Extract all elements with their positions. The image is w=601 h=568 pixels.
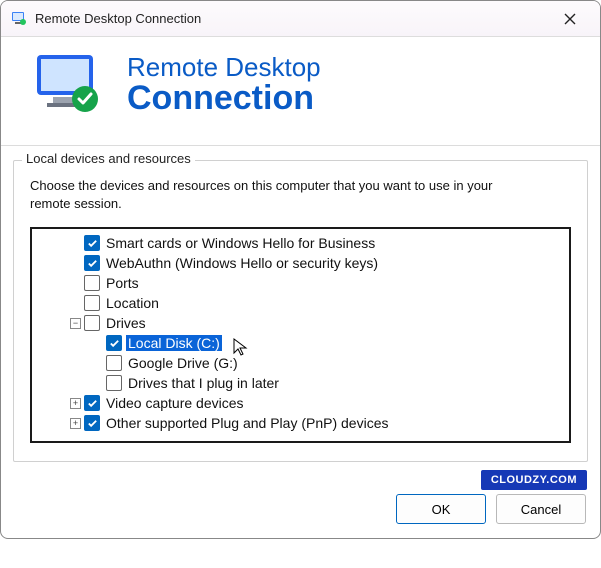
- expand-button[interactable]: +: [70, 398, 81, 409]
- tree-label: Other supported Plug and Play (PnP) devi…: [104, 415, 391, 431]
- checkbox[interactable]: [106, 375, 122, 391]
- tree-item-video-capture[interactable]: + Video capture devices: [34, 393, 567, 413]
- titlebar-title: Remote Desktop Connection: [35, 11, 550, 26]
- tree-label: Drives that I plug in later: [126, 375, 281, 391]
- ok-button[interactable]: OK: [396, 494, 486, 524]
- tree-item-local-disk-c[interactable]: Local Disk (C:): [34, 333, 567, 353]
- tree-item-pnp-devices[interactable]: + Other supported Plug and Play (PnP) de…: [34, 413, 567, 433]
- group-legend: Local devices and resources: [22, 151, 195, 166]
- collapse-button[interactable]: −: [70, 318, 81, 329]
- checkbox[interactable]: [84, 295, 100, 311]
- tree-label: Ports: [104, 275, 141, 291]
- tree-item-location[interactable]: Location: [34, 293, 567, 313]
- checkbox[interactable]: [84, 395, 100, 411]
- titlebar: Remote Desktop Connection: [1, 1, 600, 37]
- tree-item-ports[interactable]: Ports: [34, 273, 567, 293]
- header-line2: Connection: [127, 81, 321, 117]
- checkbox[interactable]: [84, 315, 100, 331]
- body-area: Local devices and resources Choose the d…: [1, 145, 600, 480]
- checkbox[interactable]: [84, 235, 100, 251]
- tree-item-webauthn[interactable]: WebAuthn (Windows Hello or security keys…: [34, 253, 567, 273]
- checkbox[interactable]: [84, 415, 100, 431]
- local-devices-group: Local devices and resources Choose the d…: [13, 160, 588, 462]
- checkbox[interactable]: [106, 355, 122, 371]
- watermark-badge: CLOUDZY.COM: [481, 470, 587, 490]
- tree-item-smartcards[interactable]: Smart cards or Windows Hello for Busines…: [34, 233, 567, 253]
- tree-item-drives-plug-later[interactable]: Drives that I plug in later: [34, 373, 567, 393]
- checkbox[interactable]: [84, 255, 100, 271]
- header-line1: Remote Desktop: [127, 54, 321, 81]
- group-description: Choose the devices and resources on this…: [30, 177, 510, 213]
- app-icon: [11, 11, 27, 27]
- close-button[interactable]: [550, 4, 590, 34]
- tree-label: Local Disk (C:): [126, 335, 222, 351]
- header-monitor-icon: [31, 51, 105, 119]
- device-tree: Smart cards or Windows Hello for Busines…: [30, 227, 571, 443]
- tree-label: Smart cards or Windows Hello for Busines…: [104, 235, 377, 251]
- header-banner: Remote Desktop Connection: [1, 37, 600, 145]
- rdc-dialog: Remote Desktop Connection Remote Desktop…: [0, 0, 601, 539]
- tree-item-google-drive-g[interactable]: Google Drive (G:): [34, 353, 567, 373]
- cancel-button[interactable]: Cancel: [496, 494, 586, 524]
- tree-label: Google Drive (G:): [126, 355, 240, 371]
- tree-label: Video capture devices: [104, 395, 246, 411]
- header-text: Remote Desktop Connection: [127, 54, 321, 117]
- checkbox[interactable]: [106, 335, 122, 351]
- close-icon: [563, 12, 577, 26]
- tree-label: WebAuthn (Windows Hello or security keys…: [104, 255, 380, 271]
- checkbox[interactable]: [84, 275, 100, 291]
- tree-label: Drives: [104, 315, 148, 331]
- tree-label: Location: [104, 295, 161, 311]
- expand-button[interactable]: +: [70, 418, 81, 429]
- tree-item-drives[interactable]: − Drives: [34, 313, 567, 333]
